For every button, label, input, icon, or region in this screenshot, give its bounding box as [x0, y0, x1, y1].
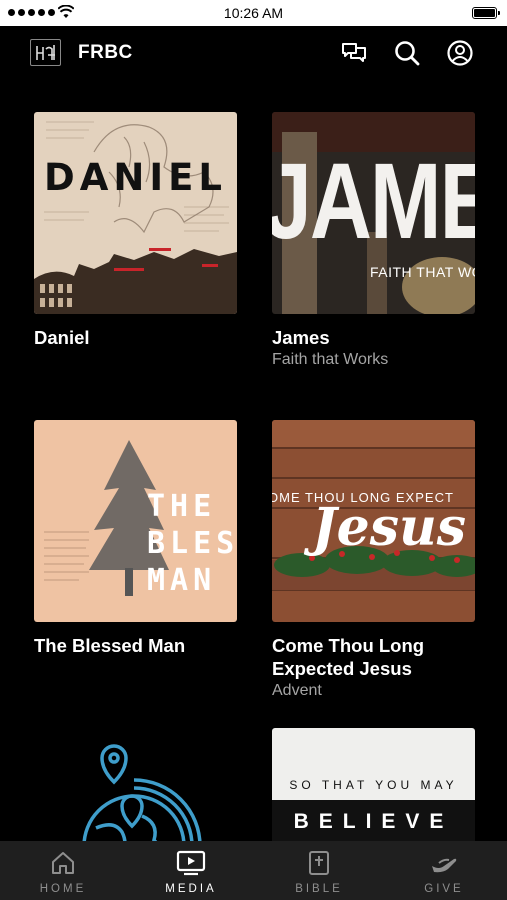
card-title: James [272, 327, 330, 348]
jesus-art-title: Jesus [312, 497, 467, 558]
art-line: MAN [147, 563, 217, 598]
media-card-daniel[interactable]: DANIEL Daniel [34, 112, 237, 349]
believe-art-subtitle: SO THAT YOU MAY [289, 778, 458, 792]
blessed-man-art-title: THE BLESSI MAN [147, 488, 237, 599]
media-card-james[interactable]: JAMES FAITH THAT WOI James Faith that Wo… [272, 112, 475, 370]
james-artwork: JAMES FAITH THAT WOI [272, 112, 475, 314]
app-title: FRBC [78, 42, 133, 63]
status-bar: 10:26 AM [0, 0, 507, 26]
tab-label: GIVE [424, 883, 464, 895]
card-subtitle: Advent [272, 682, 322, 699]
app-header: FRBC [0, 26, 507, 82]
logo[interactable] [30, 39, 61, 66]
media-card-jesus[interactable]: OME THOU LONG EXPECT Jesus Come Thou Lon… [272, 420, 475, 701]
james-art-title: JAMES [272, 141, 475, 262]
james-art-subtitle: FAITH THAT WOI [370, 264, 475, 280]
media-icon [176, 850, 206, 876]
tab-label: MEDIA [165, 883, 217, 895]
chat-icon[interactable] [340, 39, 368, 67]
card-title: The Blessed Man [34, 635, 186, 656]
tab-label: HOME [39, 883, 87, 895]
tab-label: BIBLE [295, 883, 343, 895]
status-time: 10:26 AM [223, 5, 284, 21]
believe-art-title: BELIEVE [293, 810, 454, 833]
bible-icon [309, 851, 329, 875]
card-title: Come Thou Long Expected Jesus [272, 635, 425, 679]
profile-icon[interactable] [446, 39, 474, 67]
card-subtitle: Faith that Works [272, 351, 389, 368]
blessed-man-artwork: THE BLESSI MAN [34, 420, 237, 622]
home-icon [52, 852, 74, 874]
jesus-artwork: OME THOU LONG EXPECT Jesus [272, 420, 475, 622]
church-logo-icon [35, 44, 55, 60]
daniel-artwork: DANIEL [34, 112, 237, 314]
search-icon[interactable] [393, 39, 421, 67]
media-card-blessed-man[interactable]: THE BLESSI MAN The Blessed Man [34, 420, 237, 657]
tab-media[interactable]: MEDIA [128, 841, 254, 900]
tab-give[interactable]: GIVE [381, 841, 507, 900]
daniel-city-art [34, 248, 237, 314]
art-line: THE [147, 489, 217, 524]
card-title: Daniel [34, 327, 90, 348]
art-line: BLESSI [147, 526, 237, 561]
tab-bible[interactable]: BIBLE [256, 841, 382, 900]
daniel-art-title: DANIEL [44, 156, 227, 199]
battery-icon [472, 7, 500, 19]
tab-home[interactable]: HOME [0, 841, 126, 900]
tab-bar: HOME MEDIA BIBLE GIVE [0, 841, 507, 900]
give-icon [432, 858, 457, 873]
